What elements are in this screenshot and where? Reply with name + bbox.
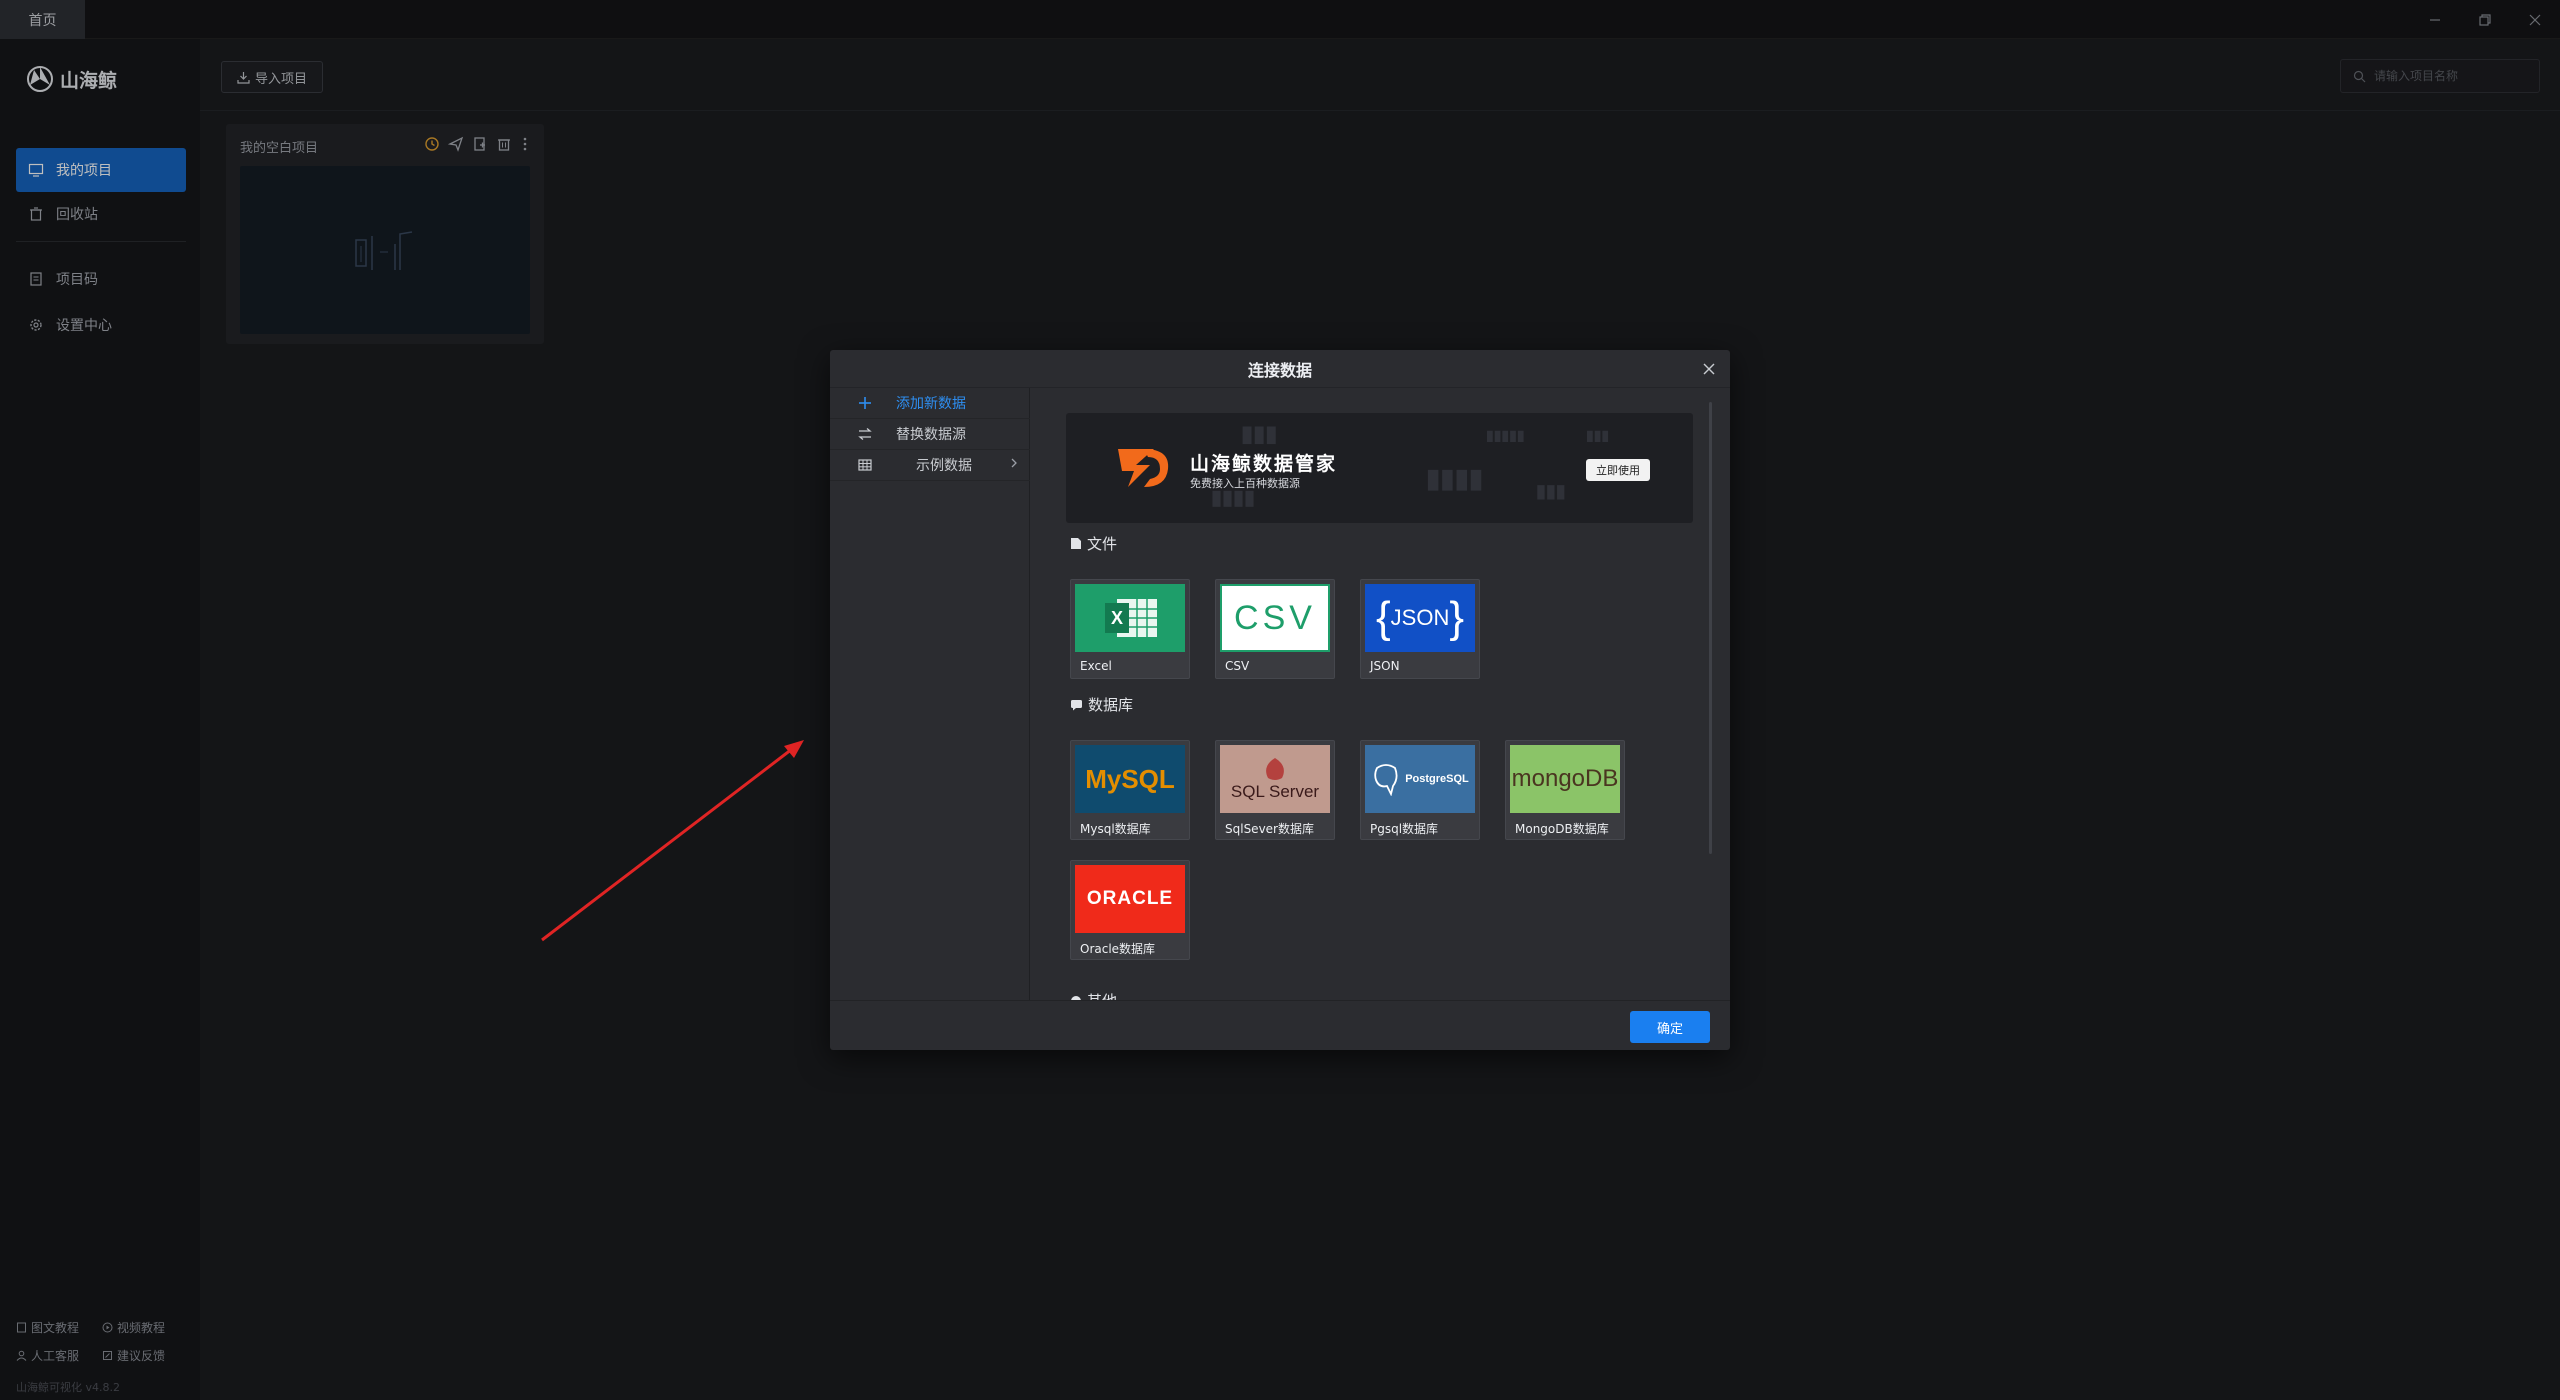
excel-icon: X	[1075, 584, 1185, 652]
elephant-icon	[1374, 764, 1398, 796]
tile-sqlserver[interactable]: SQL Server SqlSever数据库	[1215, 740, 1335, 840]
tile-label: Pgsql数据库	[1370, 822, 1439, 836]
dialog-footer: 确定	[830, 1000, 1730, 1050]
tile-mongodb[interactable]: mongoDB MongoDB数据库	[1505, 740, 1625, 840]
tile-mysql[interactable]: MySQL Mysql数据库	[1070, 740, 1190, 840]
annotation-arrow	[541, 740, 804, 942]
tile-excel[interactable]: X Excel	[1070, 579, 1190, 679]
dialog-header: 连接数据	[830, 350, 1730, 388]
brace-right-icon: }	[1449, 593, 1465, 642]
db-section-title: 数据库	[1070, 694, 1133, 715]
brace-left-icon: {	[1375, 593, 1391, 642]
tile-json[interactable]: { JSON } JSON	[1360, 579, 1480, 679]
scrollbar[interactable]	[1709, 402, 1712, 854]
tile-label: SqlSever数据库	[1225, 822, 1314, 836]
menu-replace-source[interactable]: 替换数据源	[830, 419, 1030, 450]
postgresql-icon: PostgreSQL	[1365, 745, 1475, 813]
data-butler-logo-icon	[1118, 449, 1169, 487]
dialog-title: 连接数据	[1247, 360, 1312, 380]
oracle-logo-text: ORACLE	[1086, 888, 1174, 909]
sqlserver-icon: SQL Server	[1220, 745, 1330, 813]
menu-label: 替换数据源	[896, 427, 966, 443]
data-source-panel: ▮▮▮ ▮▮▮▮ ▮▮▮▮▮ ▮▮▮ ▮▮▮▮ ▮▮▮ 山海鲸数据管家 免费接入…	[1030, 388, 1730, 1000]
chevron-right-icon	[1010, 457, 1018, 473]
tile-postgresql[interactable]: PostgreSQL Pgsql数据库	[1360, 740, 1480, 840]
banner-bg-logo-icon: ▮▮▮	[1586, 427, 1610, 443]
csv-icon: CSV	[1220, 584, 1330, 652]
banner-bg-logo-icon: ▮▮▮▮▮	[1486, 427, 1525, 443]
sqlserver-flame-icon	[1266, 758, 1284, 780]
connect-data-dialog: 连接数据 添加新数据 替换数据源 示例数据 ▮▮▮ ▮▮▮▮ ▮▮▮▮▮ ▮▮▮…	[830, 350, 1730, 1050]
files-section-label: 文件	[1087, 535, 1118, 553]
swap-icon	[858, 427, 872, 441]
confirm-button[interactable]: 确定	[1630, 1011, 1710, 1043]
csv-logo-text: CSV	[1234, 598, 1316, 637]
json-icon: { JSON }	[1365, 584, 1475, 652]
close-icon[interactable]	[1700, 360, 1718, 378]
plus-icon	[858, 396, 872, 410]
tile-oracle[interactable]: ORACLE Oracle数据库	[1070, 860, 1190, 960]
other-section-label: 其他	[1087, 990, 1117, 1000]
mongodb-logo-text: mongoDB	[1511, 765, 1619, 792]
files-section-title: 文件	[1070, 533, 1117, 554]
menu-label: 示例数据	[916, 458, 972, 474]
db-section-label: 数据库	[1088, 696, 1134, 714]
svg-text:X: X	[1111, 608, 1123, 628]
oracle-icon: ORACLE	[1075, 865, 1185, 933]
tile-label: CSV	[1225, 659, 1250, 673]
mongodb-icon: mongoDB	[1510, 745, 1620, 813]
banner-title: 山海鲸数据管家	[1190, 453, 1338, 475]
tile-label: Excel	[1080, 659, 1112, 673]
use-now-button[interactable]: 立即使用	[1586, 459, 1650, 481]
tile-label: Oracle数据库	[1080, 942, 1156, 956]
table-icon	[858, 458, 872, 472]
sqlserver-logo-text: SQL Server	[1230, 782, 1320, 801]
tile-label: Mysql数据库	[1080, 822, 1151, 836]
other-section-title: 其他	[1070, 990, 1117, 1000]
tile-label: JSON	[1370, 659, 1400, 673]
menu-sample-data[interactable]: 示例数据	[830, 450, 1030, 481]
mysql-logo-text: MySQL	[1085, 763, 1175, 794]
menu-add-new-data[interactable]: 添加新数据	[830, 388, 1030, 419]
data-butler-banner[interactable]: ▮▮▮ ▮▮▮▮ ▮▮▮▮▮ ▮▮▮ ▮▮▮▮ ▮▮▮ 山海鲸数据管家 免费接入…	[1066, 413, 1693, 523]
banner-bg-logo-icon: ▮▮▮	[1536, 481, 1566, 501]
banner-subtitle: 免费接入上百种数据源	[1190, 477, 1300, 490]
file-icon	[1071, 538, 1081, 549]
banner-bg-logo-icon: ▮▮▮▮	[1426, 463, 1484, 493]
tile-csv[interactable]: CSV CSV	[1215, 579, 1335, 679]
tile-label: MongoDB数据库	[1515, 822, 1609, 836]
chat-icon	[1071, 699, 1082, 710]
banner-bg-logo-icon: ▮▮▮	[1241, 421, 1278, 446]
dialog-menu: 添加新数据 替换数据源 示例数据	[830, 388, 1030, 1000]
json-logo-text: JSON	[1390, 605, 1450, 630]
menu-label: 添加新数据	[896, 396, 966, 412]
postgresql-logo-text: PostgreSQL	[1405, 773, 1469, 785]
mysql-icon: MySQL	[1075, 745, 1185, 813]
